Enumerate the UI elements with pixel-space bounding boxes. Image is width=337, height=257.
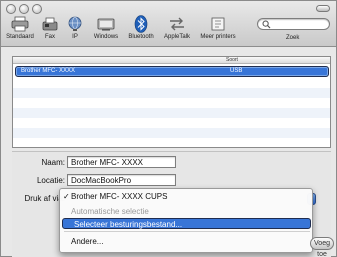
toolbar-item-appletalk[interactable]: AppleTalk bbox=[161, 15, 193, 45]
list-row bbox=[13, 78, 330, 88]
toolbar-label: Bluetooth bbox=[128, 34, 154, 40]
toolbar-label: Meer printers bbox=[200, 34, 236, 40]
checkmark-icon: ✓ bbox=[63, 192, 70, 201]
toolbar-item-ip[interactable]: IP bbox=[66, 15, 84, 45]
toolbar-item-bluetooth[interactable]: Bluetooth bbox=[125, 15, 157, 45]
list-row bbox=[13, 108, 330, 118]
column-kind-header[interactable]: Soort bbox=[226, 57, 238, 63]
toolbar-toggle-button[interactable] bbox=[316, 5, 330, 12]
print-via-popup-menu: ✓ Brother MFC- XXXX CUPS Automatische se… bbox=[59, 188, 313, 253]
menu-divider bbox=[64, 231, 310, 232]
list-header: Soort bbox=[13, 57, 330, 64]
list-row bbox=[13, 118, 330, 128]
printer-icon bbox=[10, 15, 30, 33]
toolbar-label: Fax bbox=[44, 34, 55, 40]
appletalk-icon bbox=[167, 15, 187, 33]
add-button[interactable]: Voeg toe bbox=[310, 237, 334, 257]
name-field[interactable]: Brother MFC- XXXX bbox=[67, 156, 176, 168]
search-icon bbox=[262, 20, 271, 29]
toolbar: Standaard Fax IP Windows Bluetooth Apple… bbox=[1, 1, 336, 47]
printer-browser-window: Standaard Fax IP Windows Bluetooth Apple… bbox=[0, 0, 337, 257]
bluetooth-icon bbox=[131, 15, 151, 33]
fax-icon bbox=[40, 15, 60, 33]
toolbar-label: Windows bbox=[93, 34, 119, 40]
name-label: Naam: bbox=[41, 158, 65, 167]
search-label: Zoek bbox=[286, 35, 300, 41]
location-field[interactable]: DocMacBookPro bbox=[67, 174, 176, 186]
list-row bbox=[13, 128, 330, 138]
location-label: Locatie: bbox=[36, 176, 65, 185]
menu-item-label: Brother MFC- XXXX CUPS bbox=[71, 192, 168, 201]
menu-item-select-driver-file[interactable]: Selecteer besturingsbestand... bbox=[62, 218, 311, 229]
printer-list[interactable]: Soort Brother MFC- XXXX USB bbox=[12, 56, 331, 148]
toolbar-label: IP bbox=[72, 34, 78, 40]
toolbar-item-standaard[interactable]: Standaard bbox=[4, 15, 36, 45]
windows-icon bbox=[96, 15, 116, 33]
toolbar-item-meer-printers[interactable]: Meer printers bbox=[196, 15, 240, 45]
toolbar-item-windows[interactable]: Windows bbox=[91, 15, 121, 45]
close-window-button[interactable] bbox=[6, 4, 16, 14]
toolbar-item-fax[interactable]: Fax bbox=[41, 15, 59, 45]
print-via-label: Druk af via: bbox=[24, 194, 65, 203]
toolbar-label: Standaard bbox=[6, 34, 34, 40]
printer-name: Brother MFC- XXXX bbox=[21, 68, 76, 74]
zoom-window-button[interactable] bbox=[32, 4, 42, 14]
list-row bbox=[13, 138, 330, 147]
toolbar-label: AppleTalk bbox=[163, 34, 190, 40]
more-printers-icon bbox=[208, 15, 228, 33]
menu-item-auto-select: Automatische selectie bbox=[71, 207, 149, 216]
menu-item-other[interactable]: Andere... bbox=[60, 236, 312, 247]
list-row bbox=[13, 88, 330, 98]
printer-row-selected[interactable]: Brother MFC- XXXX USB bbox=[15, 66, 329, 77]
list-row bbox=[13, 98, 330, 108]
printer-kind: USB bbox=[230, 68, 243, 74]
ip-globe-icon bbox=[65, 15, 85, 33]
menu-item-cups-driver[interactable]: ✓ Brother MFC- XXXX CUPS bbox=[60, 191, 312, 202]
search-field[interactable] bbox=[257, 18, 330, 30]
minimize-window-button[interactable] bbox=[19, 4, 29, 14]
